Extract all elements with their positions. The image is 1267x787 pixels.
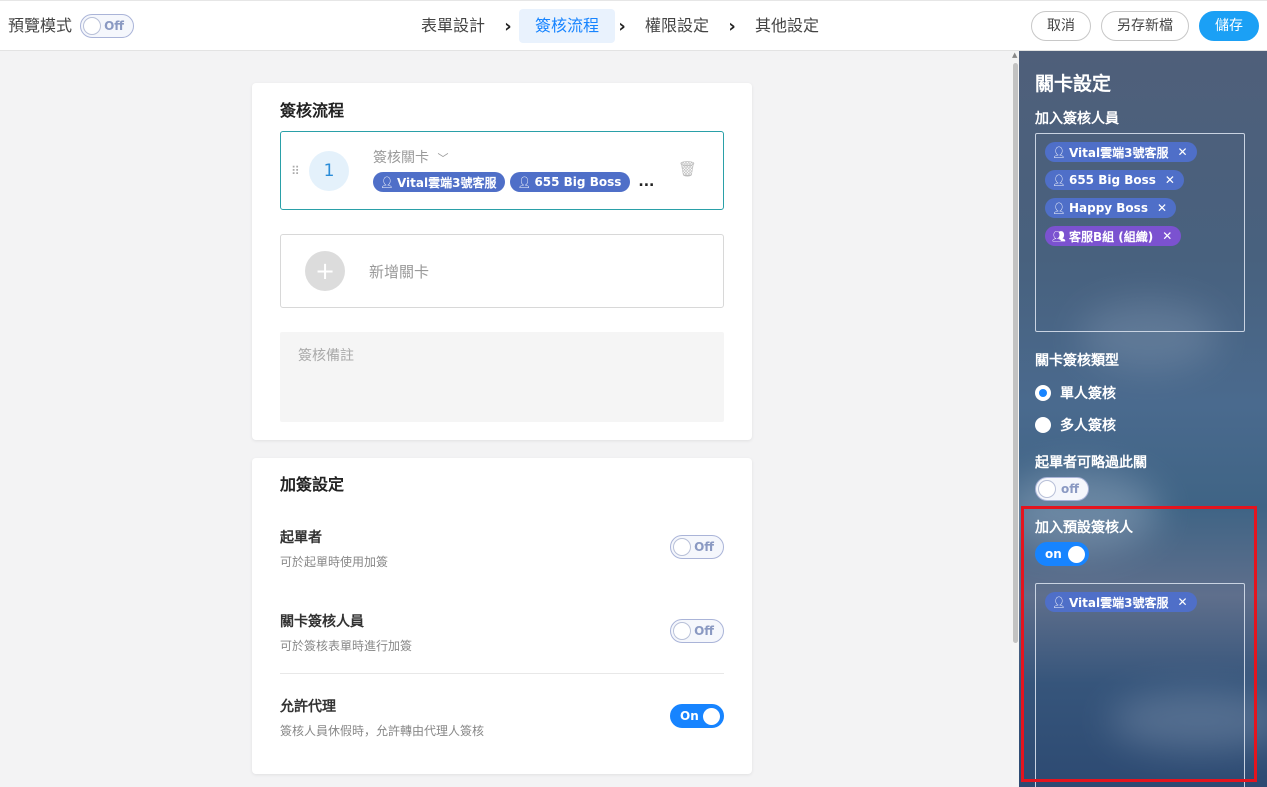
option-desc: 簽核人員休假時，允許轉由代理人簽核 [280, 724, 485, 738]
toggle-knob [703, 708, 720, 725]
radio-button[interactable] [1035, 417, 1051, 433]
person-icon: 👤︎ [1052, 173, 1066, 187]
person-icon: 👤︎ [380, 175, 394, 189]
toggle-knob [673, 622, 691, 640]
approver-name: Vital雲端3號客服 [1068, 145, 1169, 160]
option-stage-approvers: 關卡簽核人員 可於簽核表單時進行加簽 Off [280, 611, 724, 654]
card-title: 加簽設定 [280, 475, 345, 494]
divider [280, 673, 724, 674]
option-title: 起單者 [280, 530, 322, 546]
note-placeholder: 簽核備註 [298, 348, 354, 364]
toggle-state-label: Off [104, 19, 125, 33]
close-icon[interactable]: ✕ [1165, 173, 1175, 187]
radio-single[interactable]: 單人簽核 [1035, 383, 1116, 403]
skip-label: 起單者可略過此關 [1035, 455, 1147, 471]
chevron-down-icon: ﹀ [437, 152, 449, 165]
approver-chip: 👤︎ Happy Boss ✕ [1045, 198, 1177, 218]
cancel-button[interactable]: 取消 [1031, 11, 1091, 41]
toggle-state-label: Off [694, 540, 714, 554]
option-title: 關卡簽核人員 [280, 614, 364, 630]
highlight-box [1021, 506, 1257, 782]
approver-name: 655 Big Boss [1068, 173, 1156, 187]
skip-toggle[interactable]: off [1035, 477, 1089, 501]
approval-type-label: 關卡簽核類型 [1035, 353, 1119, 369]
option-title: 允許代理 [280, 699, 336, 715]
person-icon: 👤︎ [1052, 201, 1066, 215]
approval-note-input[interactable]: 簽核備註 [280, 332, 724, 422]
initiator-toggle[interactable]: Off [670, 535, 724, 559]
option-allow-proxy: 允許代理 簽核人員休假時，允許轉由代理人簽核 On [280, 696, 724, 739]
option-desc: 可於簽核表單時進行加簽 [280, 639, 413, 653]
close-icon[interactable]: ✕ [1177, 145, 1187, 159]
chevron-right-icon: › [728, 15, 736, 37]
toggle-knob [1038, 480, 1056, 498]
stage-name[interactable]: 簽核關卡 ﹀ [373, 147, 448, 167]
step-approval-flow[interactable]: 簽核流程 [519, 9, 616, 43]
close-icon[interactable]: ✕ [1162, 229, 1172, 243]
save-button[interactable]: 儲存 [1199, 11, 1259, 41]
toggle-knob [673, 538, 691, 556]
person-icon: 👤︎ [1052, 145, 1066, 159]
add-stage-label: 新增關卡 [369, 263, 430, 281]
approver-chip: 👤︎ Vital雲端3號客服 [373, 172, 506, 192]
approvers-label: 加入簽核人員 [1035, 111, 1119, 127]
preview-mode-toggle[interactable]: Off [80, 14, 135, 38]
trash-icon[interactable]: 🗑︎ [678, 160, 697, 178]
approver-name: Happy Boss [1068, 201, 1148, 215]
panel-title: 關卡設定 [1035, 73, 1112, 95]
approver-name: Vital雲端3號客服 [396, 175, 497, 190]
person-icon: 👤︎ [517, 175, 532, 189]
radio-button[interactable] [1035, 385, 1051, 401]
option-desc: 可於起單時使用加簽 [280, 555, 389, 569]
approver-name: 客服B組 (組織) [1068, 229, 1154, 244]
step-permissions[interactable]: 權限設定 [629, 9, 725, 43]
save-as-new-button[interactable]: 另存新檔 [1101, 11, 1189, 41]
plus-icon: + [305, 251, 345, 291]
stage-approvers-toggle[interactable]: Off [670, 619, 724, 643]
scrollbar-thumb[interactable] [1013, 63, 1018, 643]
stage-approvers: 👤︎ Vital雲端3號客服 👤︎ 655 Big Boss ... [373, 172, 654, 192]
radio-label: 多人簽核 [1060, 418, 1116, 434]
add-stage-button[interactable]: + 新增關卡 [280, 234, 724, 308]
stage-number: 1 [309, 151, 349, 191]
approval-flow-card: 簽核流程 ⠿ 1 簽核關卡 ﹀ 👤︎ Vital雲端3號客服 👤︎ 655 Big … [252, 83, 752, 440]
close-icon[interactable]: ✕ [1157, 201, 1167, 215]
preview-mode-label: 預覽模式 [8, 16, 73, 35]
chevron-right-icon: › [618, 15, 626, 37]
toggle-state-label: off [1061, 482, 1079, 496]
scroll-up-icon[interactable]: ▲ [1012, 51, 1017, 59]
toggle-state-label: Off [694, 624, 714, 638]
approvers-box[interactable]: 👤︎ Vital雲端3號客服 ✕ 👤︎ 655 Big Boss ✕ 👤︎ Happy B… [1035, 133, 1245, 332]
radio-multiple[interactable]: 多人簽核 [1035, 415, 1116, 435]
toggle-knob [83, 17, 102, 35]
stage-name-label: 簽核關卡 [373, 150, 429, 166]
top-bar: 預覽模式 Off 表單設計 › 簽核流程 › 權限設定 › 其他設定 取消 另存… [0, 0, 1267, 51]
extra-signing-card: 加簽設定 起單者 可於起單時使用加簽 Off 關卡簽核人員 可於簽核表單時進行加… [252, 458, 752, 774]
step-form-design[interactable]: 表單設計 [405, 9, 501, 43]
allow-proxy-toggle[interactable]: On [670, 704, 724, 728]
option-initiator: 起單者 可於起單時使用加簽 Off [280, 527, 724, 570]
toggle-state-label: On [680, 709, 699, 723]
approver-chip-group: 👥︎ 客服B組 (組織) ✕ [1045, 226, 1182, 246]
group-icon: 👥︎ [1052, 229, 1066, 243]
main-scrollbar[interactable]: ▲ [1012, 51, 1019, 787]
drag-handle-icon[interactable]: ⠿ [291, 164, 300, 178]
approver-name: 655 Big Boss [534, 175, 622, 189]
approver-chip: 👤︎ 655 Big Boss [510, 172, 631, 192]
chevron-right-icon: › [504, 15, 512, 37]
preview-mode: 預覽模式 Off [8, 11, 135, 41]
step-other-settings[interactable]: 其他設定 [739, 9, 835, 43]
more-approvers: ... [638, 174, 655, 190]
step-nav: 表單設計 › 簽核流程 › 權限設定 › 其他設定 [405, 9, 835, 43]
radio-label: 單人簽核 [1060, 386, 1116, 402]
approval-stage[interactable]: ⠿ 1 簽核關卡 ﹀ 👤︎ Vital雲端3號客服 👤︎ 655 Big Boss … [280, 131, 724, 210]
card-title: 簽核流程 [280, 101, 345, 120]
approver-chip: 👤︎ Vital雲端3號客服 ✕ [1045, 142, 1197, 162]
approver-chip: 👤︎ 655 Big Boss ✕ [1045, 170, 1184, 190]
